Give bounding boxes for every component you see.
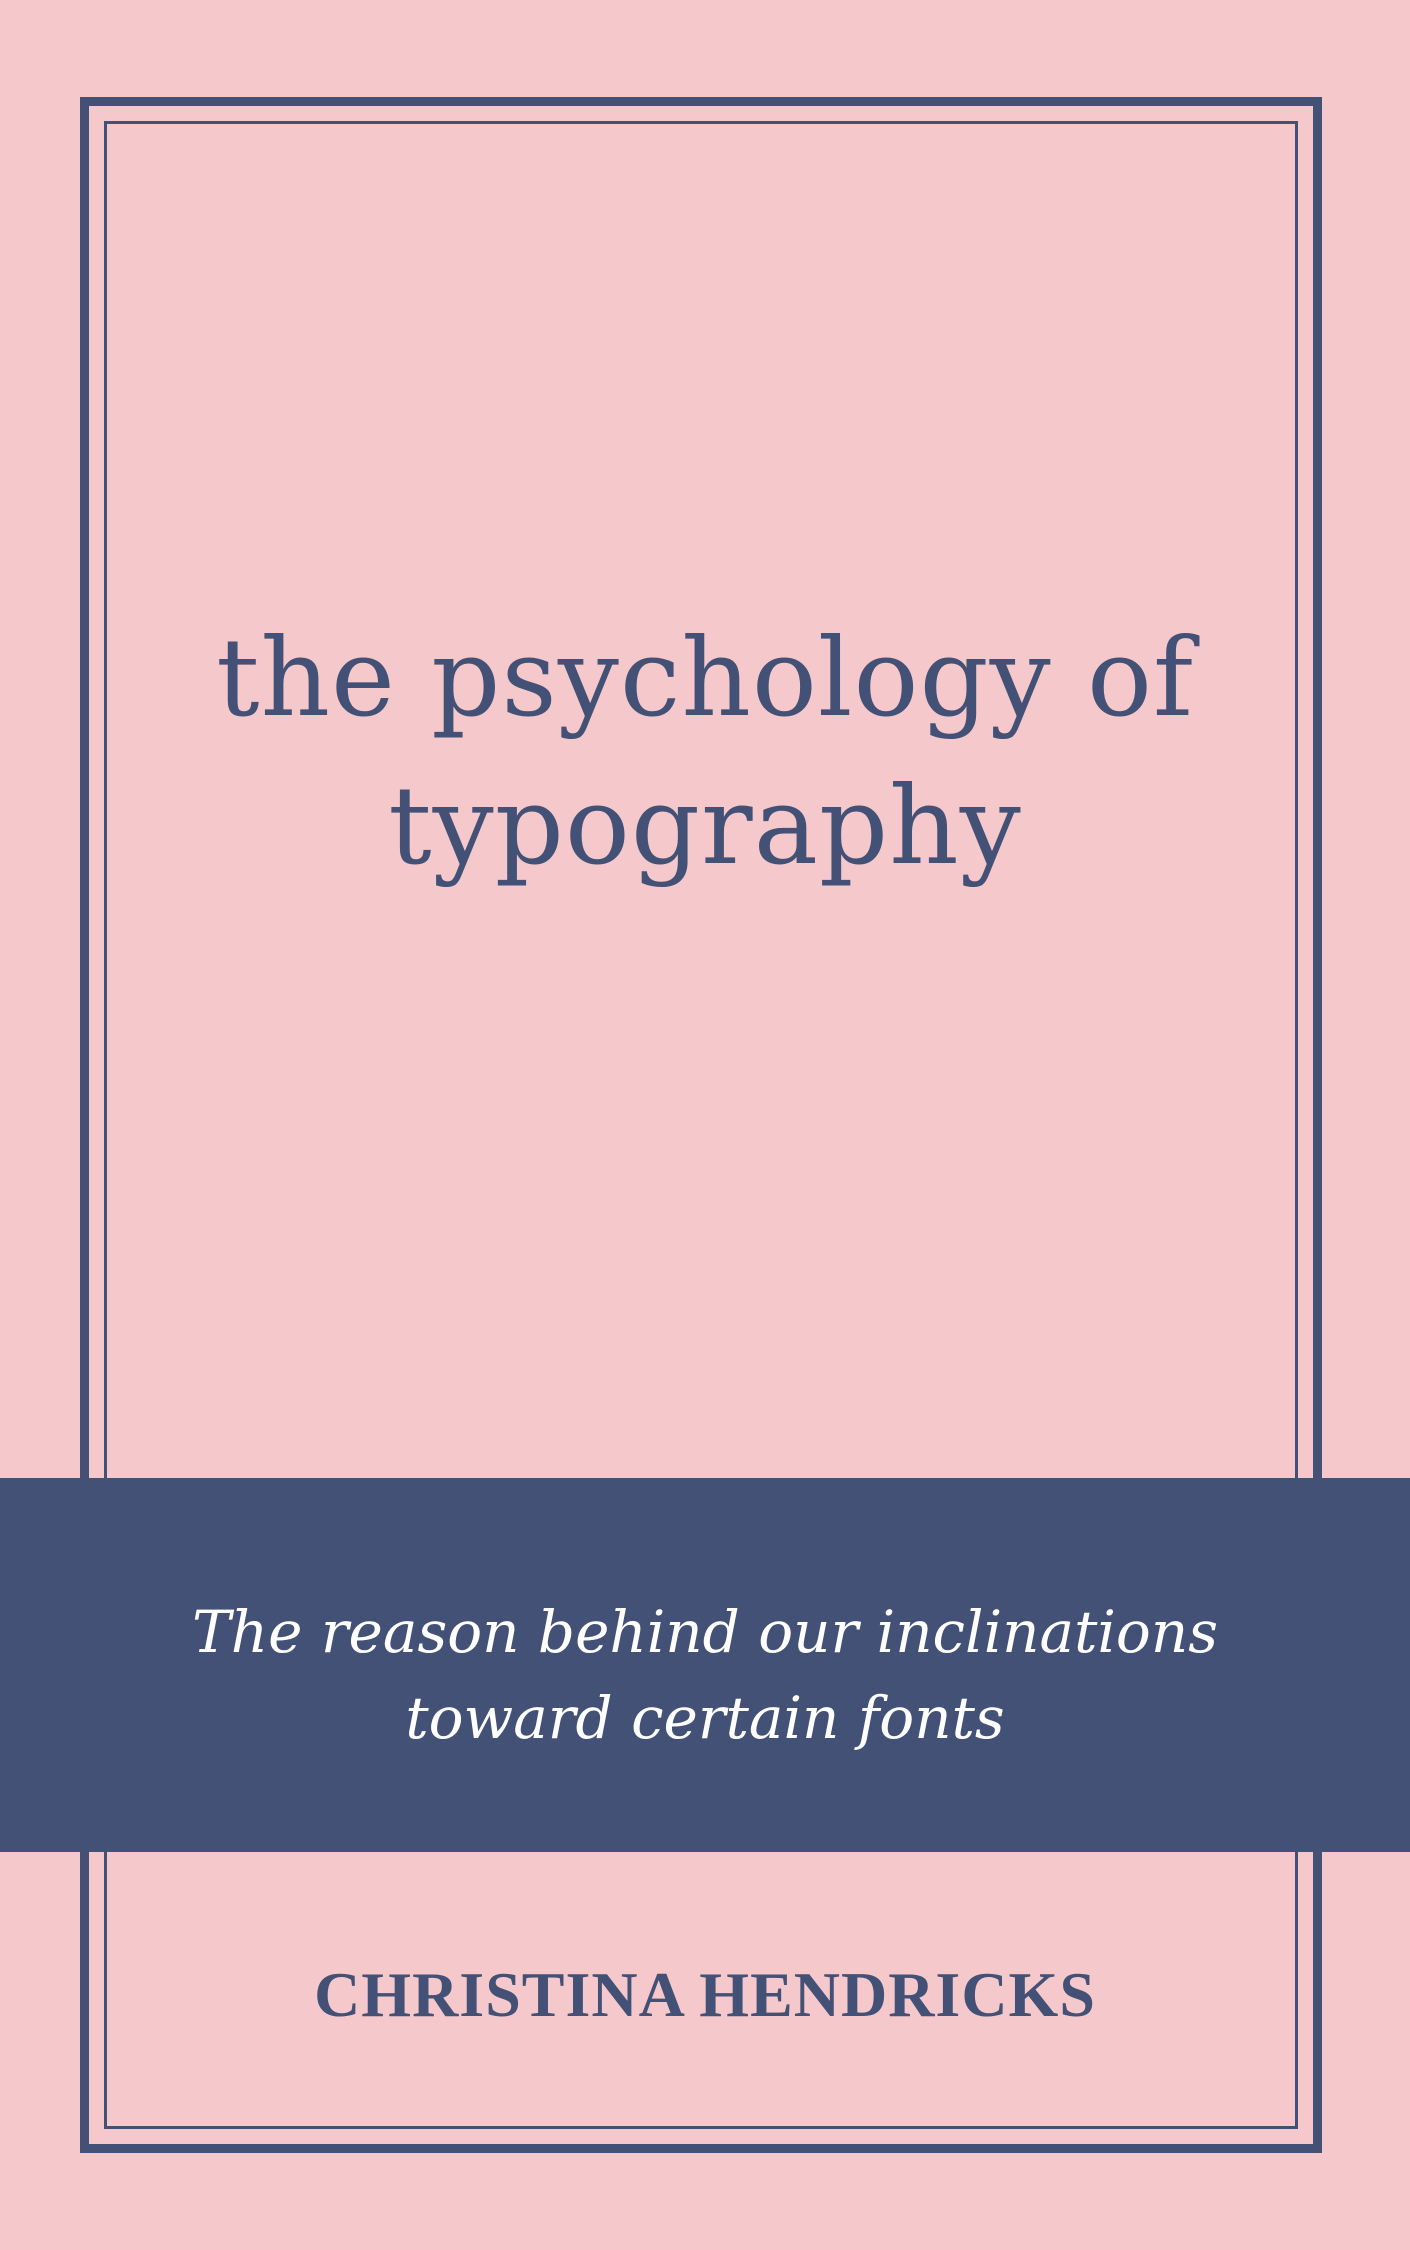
book-cover: the psychology of typography The reason … bbox=[0, 0, 1410, 2250]
title-line-1: the psychology of bbox=[216, 616, 1194, 741]
subtitle-line-1: The reason behind our inclinations bbox=[192, 1598, 1218, 1666]
book-subtitle: The reason behind our inclinations towar… bbox=[120, 1589, 1290, 1761]
title-line-2: typography bbox=[388, 764, 1022, 889]
book-title: the psychology of typography bbox=[140, 605, 1270, 901]
author-name: CHRISTINA HENDRICKS bbox=[314, 1959, 1096, 2030]
subtitle-line-2: toward certain fonts bbox=[405, 1684, 1005, 1752]
